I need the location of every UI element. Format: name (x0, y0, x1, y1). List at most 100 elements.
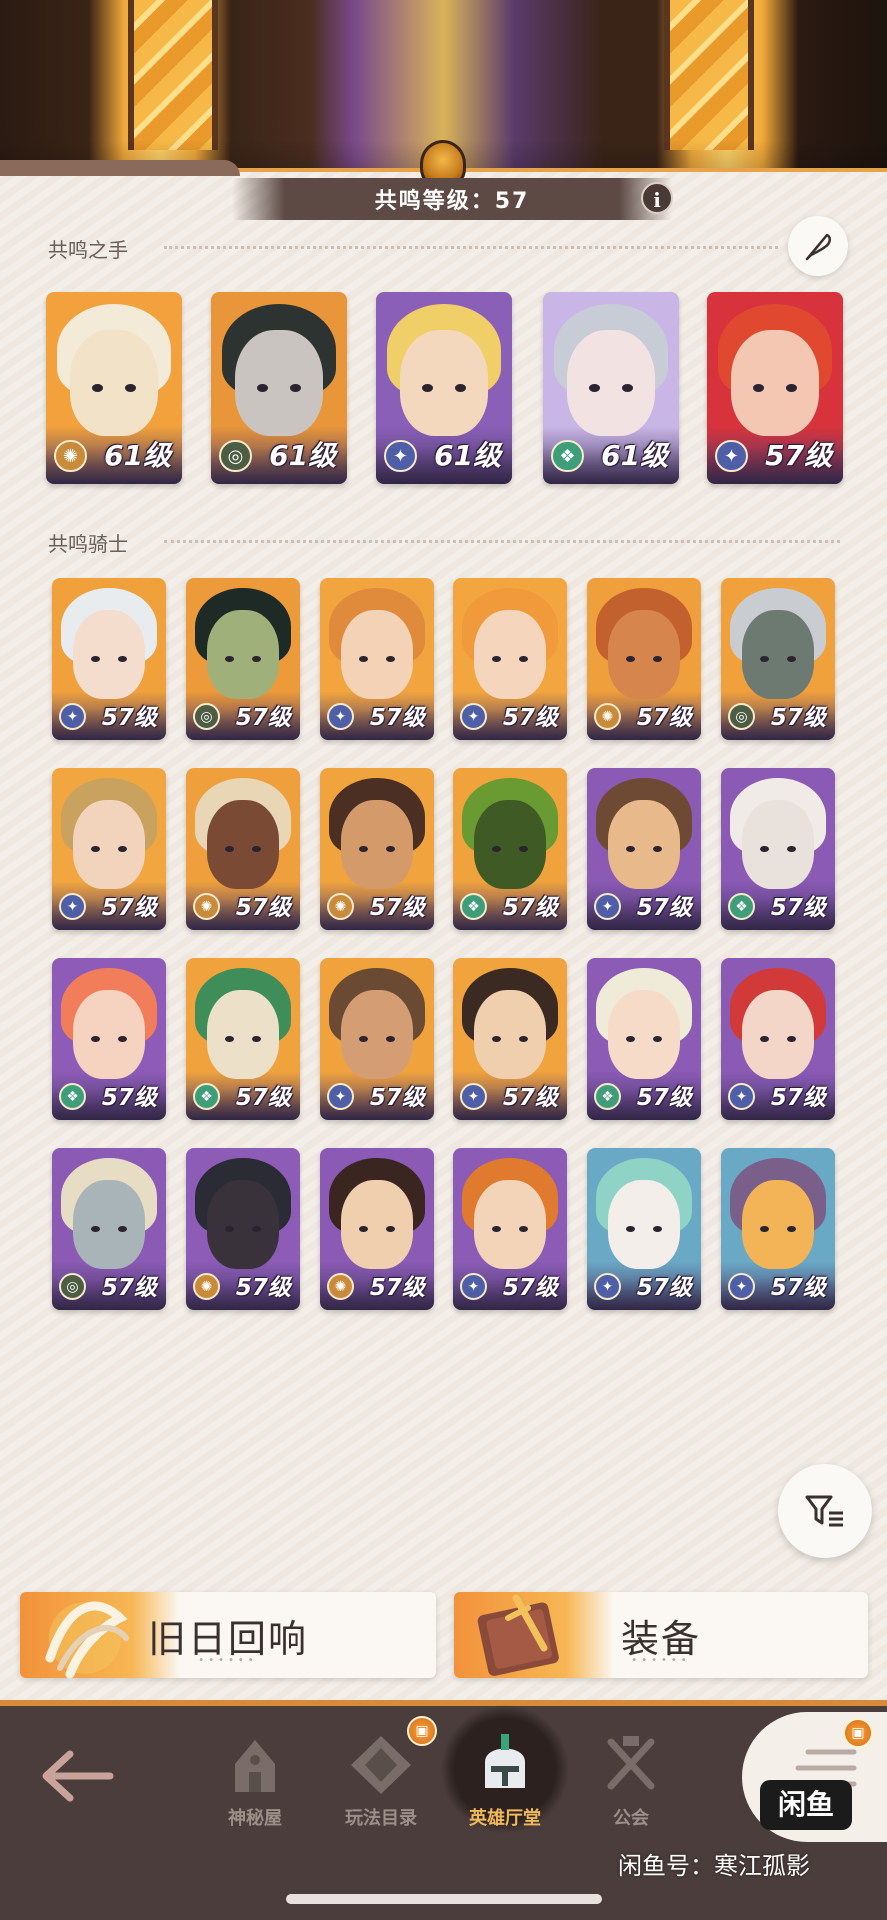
old-echo-dots: •••••• (198, 1655, 258, 1666)
stained-glass-right (664, 0, 754, 150)
star-class-icon: ✦ (715, 439, 748, 473)
hero-portrait-face (607, 990, 681, 1080)
hero-level: 57级 (502, 704, 558, 731)
gift-badge-icon: ▣ (843, 1718, 873, 1748)
hero-level: 57级 (502, 894, 558, 921)
hero-card[interactable]: ◎ 57级 (186, 578, 300, 740)
hero-portrait-eye (257, 384, 269, 392)
home-indicator[interactable] (286, 1894, 602, 1904)
hero-portrait-eye (422, 384, 434, 392)
hero-portrait-face (473, 990, 547, 1080)
hero-portrait-eye (759, 1035, 769, 1043)
hero-portrait-eye (358, 655, 368, 663)
hero-card[interactable]: ✺ 61级 (46, 292, 182, 484)
hero-portrait-eye (625, 1225, 635, 1233)
hero-portrait-eye (621, 384, 633, 392)
hero-card[interactable]: ❖ 57级 (52, 958, 166, 1120)
hero-portrait-face (340, 1180, 414, 1270)
hero-portrait-eye (454, 384, 466, 392)
hero-card[interactable]: ✦ 57级 (453, 958, 567, 1120)
hero-portrait-eye (358, 845, 368, 853)
hero-card[interactable]: ❖ 61级 (543, 292, 679, 484)
hero-card[interactable]: ❖ 57级 (186, 958, 300, 1120)
hero-portrait-eye (224, 655, 234, 663)
hero-portrait-eye (759, 1225, 769, 1233)
hero-card[interactable]: ✦ 57级 (721, 1148, 835, 1310)
filter-icon (805, 1495, 843, 1527)
hero-card[interactable]: ✦ 57级 (587, 1148, 701, 1310)
hero-level: 57级 (101, 704, 157, 731)
hero-card[interactable]: ✦ 57级 (707, 292, 843, 484)
hero-portrait-face (400, 330, 488, 436)
hero-card[interactable]: ❖ 57级 (587, 958, 701, 1120)
hero-portrait-face (72, 800, 146, 890)
hero-portrait-face (607, 800, 681, 890)
info-button[interactable]: i (641, 182, 673, 214)
hero-card[interactable]: ✦ 57级 (320, 578, 434, 740)
hero-card[interactable]: ◎ 61级 (211, 292, 347, 484)
back-button[interactable] (40, 1748, 116, 1804)
hero-card[interactable]: ✦ 57级 (52, 578, 166, 740)
hero-portrait-face (607, 610, 681, 700)
hero-level: 57级 (101, 1084, 157, 1111)
hero-level: 57级 (770, 1274, 826, 1301)
hero-card[interactable]: ✦ 57级 (320, 958, 434, 1120)
hero-level: 57级 (770, 894, 826, 921)
hero-card[interactable]: ✺ 57级 (320, 768, 434, 930)
hero-card[interactable]: ✦ 61级 (376, 292, 512, 484)
hero-level: 61级 (601, 439, 669, 473)
hero-level: 57级 (636, 704, 692, 731)
gift-badge-icon: ▣ (407, 1716, 437, 1746)
hero-portrait-eye (124, 384, 136, 392)
quill-edit-button[interactable] (788, 216, 848, 276)
hero-level: 57级 (770, 704, 826, 731)
hero-level: 57级 (770, 1084, 826, 1111)
hero-portrait-face (206, 1180, 280, 1270)
hero-card[interactable]: ❖ 57级 (721, 768, 835, 930)
hero-card[interactable]: ◎ 57级 (52, 1148, 166, 1310)
hero-portrait-eye (759, 655, 769, 663)
hero-portrait-eye (491, 845, 501, 853)
hero-card[interactable]: ✺ 57级 (186, 768, 300, 930)
hero-card[interactable]: ◎ 57级 (721, 578, 835, 740)
hero-level: 57级 (101, 1274, 157, 1301)
xianyu-logo: 闲鱼 (760, 1780, 852, 1830)
hero-portrait-face (741, 990, 815, 1080)
hero-card[interactable]: ✦ 57级 (453, 1148, 567, 1310)
hero-card[interactable]: ✺ 57级 (186, 1148, 300, 1310)
hero-portrait-face (741, 800, 815, 890)
old-echo-button[interactable]: 旧日回响 •••••• (20, 1592, 436, 1679)
hero-portrait-eye (289, 384, 301, 392)
hero-card[interactable]: ✺ 57级 (320, 1148, 434, 1310)
hero-portrait-eye (358, 1035, 368, 1043)
hero-portrait-eye (90, 655, 100, 663)
hero-card[interactable]: ❖ 57级 (453, 768, 567, 930)
hero-portrait-eye (589, 384, 601, 392)
tab-label: 公会 (613, 1808, 649, 1829)
hero-portrait-eye (785, 384, 797, 392)
hero-card[interactable]: ✦ 57级 (453, 578, 567, 740)
hero-level: 57级 (101, 894, 157, 921)
back-arrow-icon (42, 1750, 114, 1802)
hero-portrait-eye (90, 845, 100, 853)
hero-card[interactable]: ✦ 57级 (587, 768, 701, 930)
equipment-button[interactable]: 装备 •••••• (454, 1592, 868, 1678)
hero-level: 57级 (502, 1274, 558, 1301)
hero-portrait-face (206, 800, 280, 890)
filter-button[interactable] (778, 1464, 872, 1558)
tab-label: 神秘屋 (228, 1808, 282, 1829)
hero-portrait-face (72, 990, 146, 1080)
section-divider (164, 246, 778, 249)
section-title-hands: 共鸣之手 (48, 238, 128, 262)
hero-card[interactable]: ✦ 57级 (52, 768, 166, 930)
tab-mystery-house[interactable]: 神秘屋 (200, 1720, 310, 1830)
tab-hero-hall[interactable]: 英雄厅堂 (450, 1720, 560, 1830)
hero-card[interactable]: ✺ 57级 (587, 578, 701, 740)
hero-portrait-face (473, 610, 547, 700)
nature-class-icon: ◎ (219, 439, 252, 473)
hero-card[interactable]: ✦ 57级 (721, 958, 835, 1120)
tab-guild[interactable]: 公会 (576, 1720, 686, 1830)
section-divider (164, 540, 840, 543)
hero-level: 57级 (636, 1274, 692, 1301)
hero-level: 61级 (104, 439, 172, 473)
